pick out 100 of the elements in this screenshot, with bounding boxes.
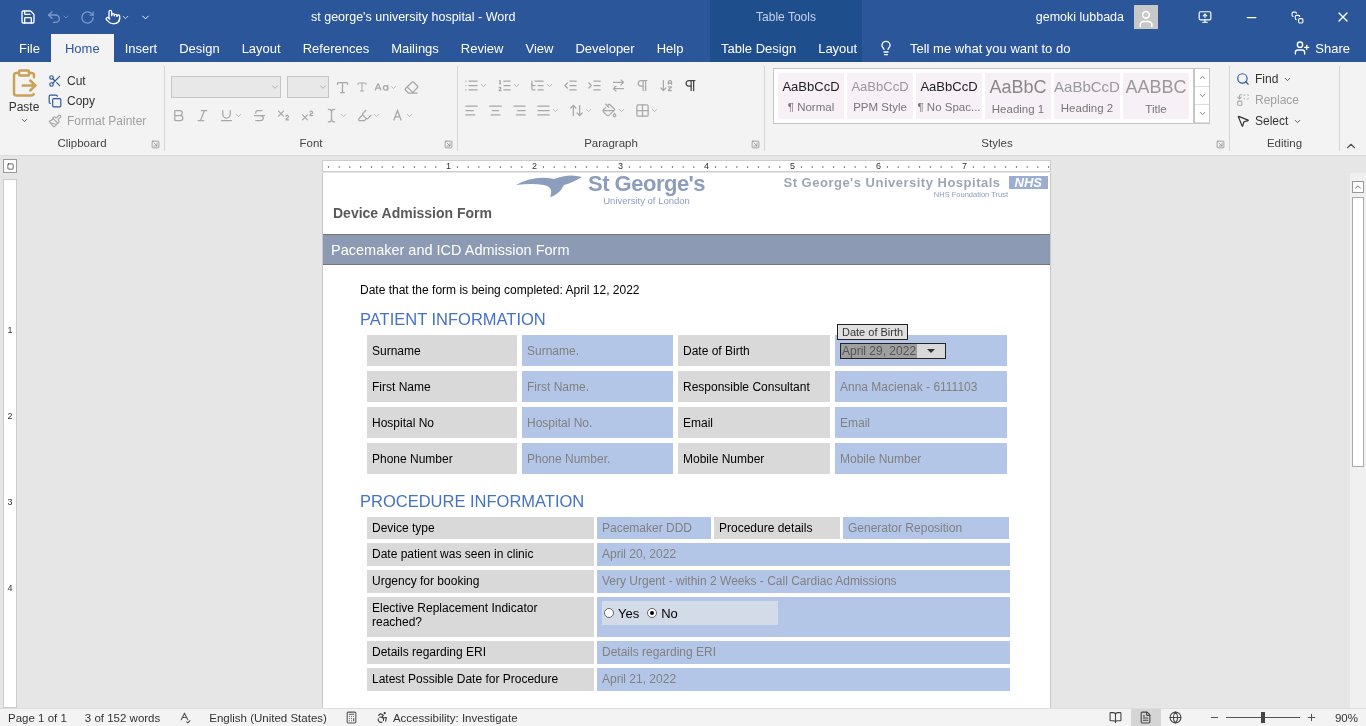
replace-icon xyxy=(1236,93,1250,107)
bold-icon[interactable] xyxy=(171,108,186,123)
logo-subtitle: University of London xyxy=(603,195,690,206)
justify-icon[interactable] xyxy=(536,103,560,118)
radio-option[interactable]: Yes xyxy=(604,605,640,621)
touch-mode-icon[interactable] xyxy=(105,9,130,25)
avatar-icon xyxy=(1134,5,1158,29)
find-button[interactable]: Find xyxy=(1236,70,1303,88)
ribbon-tab[interactable]: References xyxy=(291,34,381,62)
more-styles-icon[interactable] xyxy=(1195,105,1209,123)
save-icon[interactable] xyxy=(20,9,36,25)
caret-icon xyxy=(270,82,280,92)
language: English (United States) xyxy=(209,711,327,724)
paste-button[interactable]: Paste xyxy=(6,66,42,135)
scroll-down-icon[interactable] xyxy=(1195,87,1209,105)
subscript-icon[interactable] xyxy=(276,108,291,123)
ribbon-tab[interactable]: Help xyxy=(645,34,695,62)
lightbulb-icon xyxy=(878,40,894,56)
nhs-badge: NHS xyxy=(1008,176,1048,189)
painter-icon xyxy=(48,114,62,128)
text-direction-icon[interactable] xyxy=(611,78,626,93)
dropdown-button[interactable] xyxy=(917,343,946,358)
grow-font-icon[interactable] xyxy=(335,79,350,95)
radio-option[interactable]: No xyxy=(647,605,678,621)
highlight-icon[interactable] xyxy=(357,108,381,123)
dialog-launcher-icon[interactable] xyxy=(1216,140,1225,149)
form-title: Device Admission Form xyxy=(333,205,492,221)
group-label: Font xyxy=(299,137,323,149)
dialog-launcher-icon[interactable] xyxy=(751,140,760,149)
shrink-font-icon[interactable] xyxy=(356,81,368,93)
ribbon-tab[interactable]: Table Design xyxy=(710,34,808,62)
style-item[interactable]: AaBbCcD Heading 2 xyxy=(1054,73,1120,119)
vertical-ruler: 1 2 3 4 xyxy=(3,179,17,708)
share-button[interactable]: Share xyxy=(1288,34,1356,62)
field-label: Date of Birth xyxy=(678,335,830,366)
ribbon-tab[interactable]: Layout xyxy=(807,34,869,62)
ribbon-tab[interactable]: File xyxy=(8,34,51,62)
select-button[interactable]: Select xyxy=(1236,112,1303,130)
ribbon-tab[interactable]: View xyxy=(514,34,565,62)
horizontal-ruler: 1 2 3 4 5 6 7 xyxy=(322,160,1051,172)
macro-icon[interactable] xyxy=(344,711,358,724)
ribbon-tab[interactable]: Layout xyxy=(230,34,292,62)
print-view-icon[interactable] xyxy=(1130,708,1161,726)
strikethrough-icon[interactable] xyxy=(252,108,267,123)
redo-icon[interactable] xyxy=(80,9,95,25)
scrollbar-thumb[interactable] xyxy=(1352,197,1364,467)
logo-name: St George's xyxy=(588,173,706,195)
show-marks-icon[interactable] xyxy=(683,78,698,93)
font-size-field[interactable] xyxy=(287,76,329,98)
ribbon-tab[interactable]: Design xyxy=(168,34,231,62)
ribbon-tab[interactable]: Home xyxy=(50,34,114,62)
rtl-icon[interactable] xyxy=(635,78,650,93)
decrease-indent-icon[interactable] xyxy=(563,78,578,93)
align-right-icon[interactable] xyxy=(512,103,527,118)
proofing-icon[interactable] xyxy=(178,711,192,724)
undo-icon[interactable] xyxy=(46,9,70,25)
dialog-launcher-icon[interactable] xyxy=(444,140,453,149)
font-color-icon[interactable] xyxy=(390,108,414,123)
ribbon-tab[interactable]: Insert xyxy=(113,34,169,62)
caret-icon xyxy=(19,116,29,125)
align-left-icon[interactable] xyxy=(464,103,479,118)
style-item[interactable]: AABBC Title xyxy=(1123,73,1189,119)
ribbon-tab[interactable]: Review xyxy=(449,34,515,62)
find-icon xyxy=(1236,72,1250,86)
style-item[interactable]: AaBbCcD PPM Style xyxy=(847,73,913,119)
underline-icon[interactable] xyxy=(219,108,243,123)
line-spacing-icon[interactable] xyxy=(569,103,593,118)
superscript-icon[interactable] xyxy=(300,108,315,123)
italic-icon[interactable] xyxy=(195,108,210,123)
copy-button[interactable]: Copy xyxy=(48,92,147,110)
sort-icon[interactable] xyxy=(659,78,674,93)
style-item[interactable]: AaBbC Heading 1 xyxy=(985,73,1051,119)
field-label: Urgency for booking xyxy=(367,570,594,593)
font-name-field[interactable] xyxy=(171,76,281,98)
tell-me-field[interactable]: Tell me what you want to do xyxy=(894,34,1071,62)
ribbon-tab[interactable]: Developer xyxy=(564,34,646,62)
center-icon[interactable] xyxy=(488,103,503,118)
dialog-launcher-icon[interactable] xyxy=(151,140,160,149)
multilevel-list-icon[interactable] xyxy=(530,78,554,93)
borders-icon[interactable] xyxy=(635,103,659,118)
cut-icon xyxy=(48,74,62,88)
clear-formatting-icon[interactable] xyxy=(404,79,419,95)
field-label: Latest Possible Date for Procedure xyxy=(367,668,594,691)
shading-icon[interactable] xyxy=(602,103,626,118)
section-heading: PROCEDURE INFORMATION xyxy=(360,492,586,511)
increase-indent-icon[interactable] xyxy=(587,78,602,93)
context-title: Table Tools xyxy=(756,10,816,24)
tab-selector-icon[interactable] xyxy=(3,159,17,173)
scroll-up-icon[interactable] xyxy=(1352,181,1364,193)
numbering-icon[interactable] xyxy=(497,78,521,93)
accessibility-status[interactable]: Accessibility: Investigate xyxy=(392,711,518,724)
section-heading: PATIENT INFORMATION xyxy=(360,310,547,329)
bullets-icon[interactable] xyxy=(464,78,488,93)
cut-button[interactable]: Cut xyxy=(48,72,147,90)
ribbon-tab[interactable]: Mailings xyxy=(380,34,450,62)
zoom-in-icon[interactable] xyxy=(1305,712,1317,723)
field-label: Elective Replacement Indicator reached? xyxy=(367,597,594,637)
style-item[interactable]: AaBbCcD ¶ Normal xyxy=(778,73,844,119)
group-label: Editing xyxy=(1266,137,1303,149)
style-item[interactable]: AaBbCcD ¶ No Spac... xyxy=(916,73,982,119)
